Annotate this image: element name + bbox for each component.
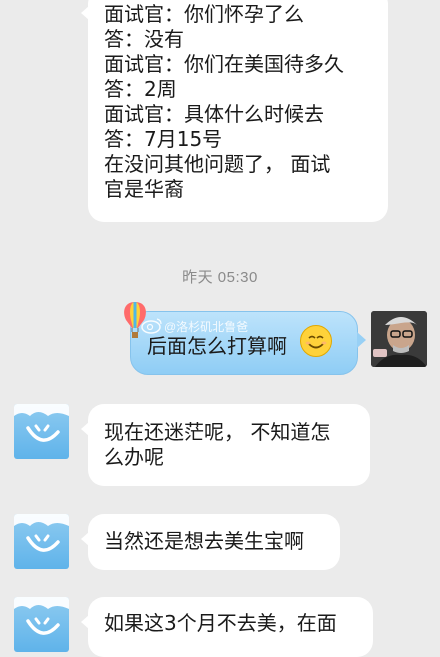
message-line: 面试官：具体什么时候去	[104, 102, 324, 126]
message-line: 答：没有	[104, 27, 184, 51]
sky-cloud-smile-avatar[interactable]	[14, 597, 69, 652]
weibo-logo-icon	[141, 318, 162, 334]
sky-cloud-smile-avatar[interactable]	[14, 404, 69, 459]
message-line: 么办呢	[104, 445, 164, 469]
smiley-emoji-icon	[300, 325, 332, 357]
sky-cloud-smile-icon	[14, 514, 69, 552]
message-bubble-received[interactable]: 现在还迷茫呢， 不知道怎 么办呢	[81, 404, 370, 486]
message-line: 答：2周	[104, 77, 177, 101]
message-line: 当然还是想去美生宝啊	[104, 529, 304, 553]
user-photo-avatar[interactable]	[371, 311, 427, 367]
message-line: 在没问其他问题了， 面试	[104, 152, 331, 176]
message-bubble-received[interactable]: 当然还是想去美生宝啊	[81, 514, 340, 570]
chat-thread[interactable]: 面试官：你们怀孕了么 答：没有 面试官：你们在美国待多久 答：2周 面试官：具体…	[0, 0, 440, 657]
message-timestamp: 昨天 05:30	[182, 269, 258, 286]
message-line: 面试官：你们怀孕了么	[104, 2, 304, 26]
message-bubble-received[interactable]: 面试官：你们怀孕了么 答：没有 面试官：你们在美国待多久 答：2周 面试官：具体…	[81, 0, 388, 222]
message-line: 官是华裔	[104, 177, 184, 201]
message-line: 答：7月15号	[104, 127, 223, 151]
sky-cloud-smile-icon	[14, 597, 69, 635]
message-line: 如果这3个月不去美，在面	[104, 611, 337, 635]
message-line: 现在还迷茫呢， 不知道怎	[104, 420, 331, 444]
sky-cloud-smile-icon	[14, 404, 69, 442]
message-bubble-received[interactable]: 如果这3个月不去美，在面	[81, 597, 373, 657]
user-photo-icon	[371, 311, 427, 367]
watermark: @洛杉矶北鲁爸	[164, 320, 249, 334]
message-line: 面试官：你们在美国待多久	[104, 52, 344, 76]
sky-cloud-smile-avatar[interactable]	[14, 514, 69, 569]
